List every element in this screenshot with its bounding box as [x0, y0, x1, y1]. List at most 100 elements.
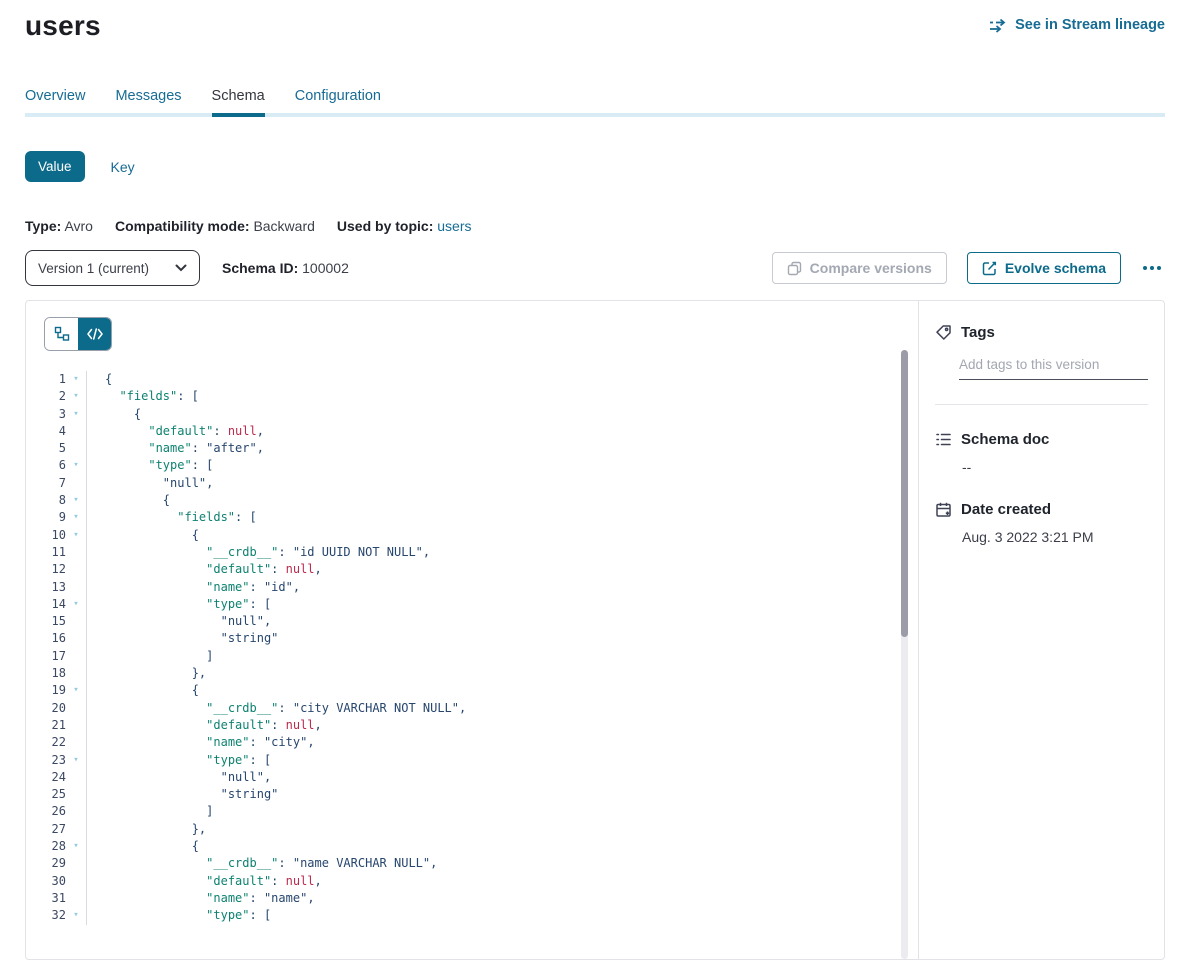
line-number: 24 — [26, 769, 66, 786]
schema-meta-row: Type: Avro Compatibility mode: Backward … — [25, 218, 1189, 234]
code-line-content: "default": null, — [86, 423, 918, 440]
code-line: 28▾{ — [26, 838, 918, 855]
schema-side-pane: Tags Schema doc -- — [919, 301, 1164, 959]
ellipsis-icon — [1143, 266, 1147, 270]
code-line-content: "string" — [86, 630, 918, 647]
code-scrollbar[interactable] — [901, 350, 908, 959]
evolve-schema-label: Evolve schema — [1005, 260, 1106, 276]
page-title: users — [25, 10, 101, 42]
code-line: 27}, — [26, 821, 918, 838]
tab-overview[interactable]: Overview — [25, 88, 85, 113]
code-line: 8▾{ — [26, 492, 918, 509]
schema-id: Schema ID: 100002 — [222, 260, 349, 276]
tree-view-button[interactable] — [45, 318, 78, 350]
code-line-content: "name": "id", — [86, 579, 918, 596]
fold-toggle-icon[interactable]: ▾ — [66, 838, 86, 855]
topic-tabs: Overview Messages Schema Configuration — [25, 88, 1165, 117]
code-line-content: "__crdb__": "id UUID NOT NULL", — [86, 544, 918, 561]
code-line-content: "null", — [86, 613, 918, 630]
add-tags-input[interactable] — [959, 357, 1148, 380]
code-line-content: "type": [ — [86, 457, 918, 474]
fold-toggle-icon[interactable]: ▾ — [66, 509, 86, 526]
code-line: 4"default": null, — [26, 423, 918, 440]
fold-toggle-icon[interactable]: ▾ — [66, 596, 86, 613]
tags-section-heading: Tags — [935, 324, 1148, 341]
code-line: 16"string" — [26, 630, 918, 647]
fold-gutter-spacer — [66, 423, 86, 440]
line-number: 21 — [26, 717, 66, 734]
fold-toggle-icon[interactable]: ▾ — [66, 682, 86, 699]
code-line-content: "fields": [ — [86, 388, 918, 405]
fold-gutter-spacer — [66, 648, 86, 665]
topic-link[interactable]: users — [437, 218, 471, 234]
code-view-button[interactable] — [78, 318, 111, 350]
fold-gutter-spacer — [66, 734, 86, 751]
chevron-down-icon — [175, 264, 187, 272]
type-label: Type: — [25, 218, 61, 234]
compare-versions-label: Compare versions — [810, 260, 932, 276]
line-number: 13 — [26, 579, 66, 596]
fold-gutter-spacer — [66, 440, 86, 457]
code-line: 23▾"type": [ — [26, 752, 918, 769]
code-scrollbar-thumb[interactable] — [901, 350, 908, 637]
line-number: 17 — [26, 648, 66, 665]
editor-view-toggle — [44, 317, 112, 351]
page-header: users See in Stream lineage — [0, 0, 1189, 42]
fold-toggle-icon[interactable]: ▾ — [66, 527, 86, 544]
code-line-content: "null", — [86, 769, 918, 786]
code-line-content: { — [86, 406, 918, 423]
code-line-content: "type": [ — [86, 752, 918, 769]
code-line-content: "string" — [86, 786, 918, 803]
code-line: 7"null", — [26, 475, 918, 492]
fold-gutter-spacer — [66, 630, 86, 647]
code-line-content: { — [86, 492, 918, 509]
code-line: 19▾{ — [26, 682, 918, 699]
compare-versions-button[interactable]: Compare versions — [772, 252, 947, 284]
value-toggle-button[interactable]: Value — [25, 151, 85, 182]
more-options-button[interactable] — [1139, 260, 1165, 276]
code-line: 25"string" — [26, 786, 918, 803]
schema-doc-section: Schema doc -- — [935, 431, 1148, 475]
fold-toggle-icon[interactable]: ▾ — [66, 388, 86, 405]
code-line-content: ] — [86, 648, 918, 665]
code-line: 26] — [26, 803, 918, 820]
code-line-content: "__crdb__": "city VARCHAR NOT NULL", — [86, 700, 918, 717]
line-number: 15 — [26, 613, 66, 630]
code-line-content: { — [86, 682, 918, 699]
code-line: 24 "null", — [26, 769, 918, 786]
fold-toggle-icon[interactable]: ▾ — [66, 406, 86, 423]
code-line: 22"name": "city", — [26, 734, 918, 751]
code-line-content: }, — [86, 821, 918, 838]
fold-toggle-icon[interactable]: ▾ — [66, 492, 86, 509]
evolve-schema-button[interactable]: Evolve schema — [967, 252, 1121, 284]
tab-schema[interactable]: Schema — [212, 88, 265, 113]
schema-id-value: 100002 — [302, 260, 349, 276]
tab-configuration[interactable]: Configuration — [295, 88, 381, 113]
key-toggle-link[interactable]: Key — [111, 159, 135, 175]
code-line-content: { — [86, 371, 918, 388]
line-number: 22 — [26, 734, 66, 751]
schema-type: Type: Avro — [25, 218, 93, 234]
fold-toggle-icon[interactable]: ▾ — [66, 371, 86, 388]
fold-toggle-icon[interactable]: ▾ — [66, 752, 86, 769]
schema-controls-row: Version 1 (current) Schema ID: 100002 Co… — [25, 250, 1165, 286]
code-line: 1▾{ — [26, 371, 918, 388]
compatibility-mode: Compatibility mode: Backward — [115, 218, 315, 234]
code-line: 31"name": "name", — [26, 890, 918, 907]
tab-messages[interactable]: Messages — [115, 88, 181, 113]
date-created-label: Date created — [961, 501, 1051, 518]
schema-doc-heading: Schema doc — [935, 431, 1148, 448]
code-line: 13 "name": "id", — [26, 579, 918, 596]
fold-toggle-icon[interactable]: ▾ — [66, 457, 86, 474]
code-line-content: { — [86, 527, 918, 544]
version-select[interactable]: Version 1 (current) — [25, 250, 200, 286]
code-line: 20"__crdb__": "city VARCHAR NOT NULL", — [26, 700, 918, 717]
line-number: 7 — [26, 475, 66, 492]
stream-lineage-label: See in Stream lineage — [1015, 17, 1165, 33]
see-in-stream-lineage-link[interactable]: See in Stream lineage — [989, 17, 1165, 33]
line-number: 10 — [26, 527, 66, 544]
compatibility-value: Backward — [253, 218, 314, 234]
line-number: 26 — [26, 803, 66, 820]
value-key-toggle: Value Key — [25, 151, 1189, 182]
schema-code-pane: 1▾{2▾"fields": [3▾{4"default": null,5"na… — [26, 301, 919, 959]
